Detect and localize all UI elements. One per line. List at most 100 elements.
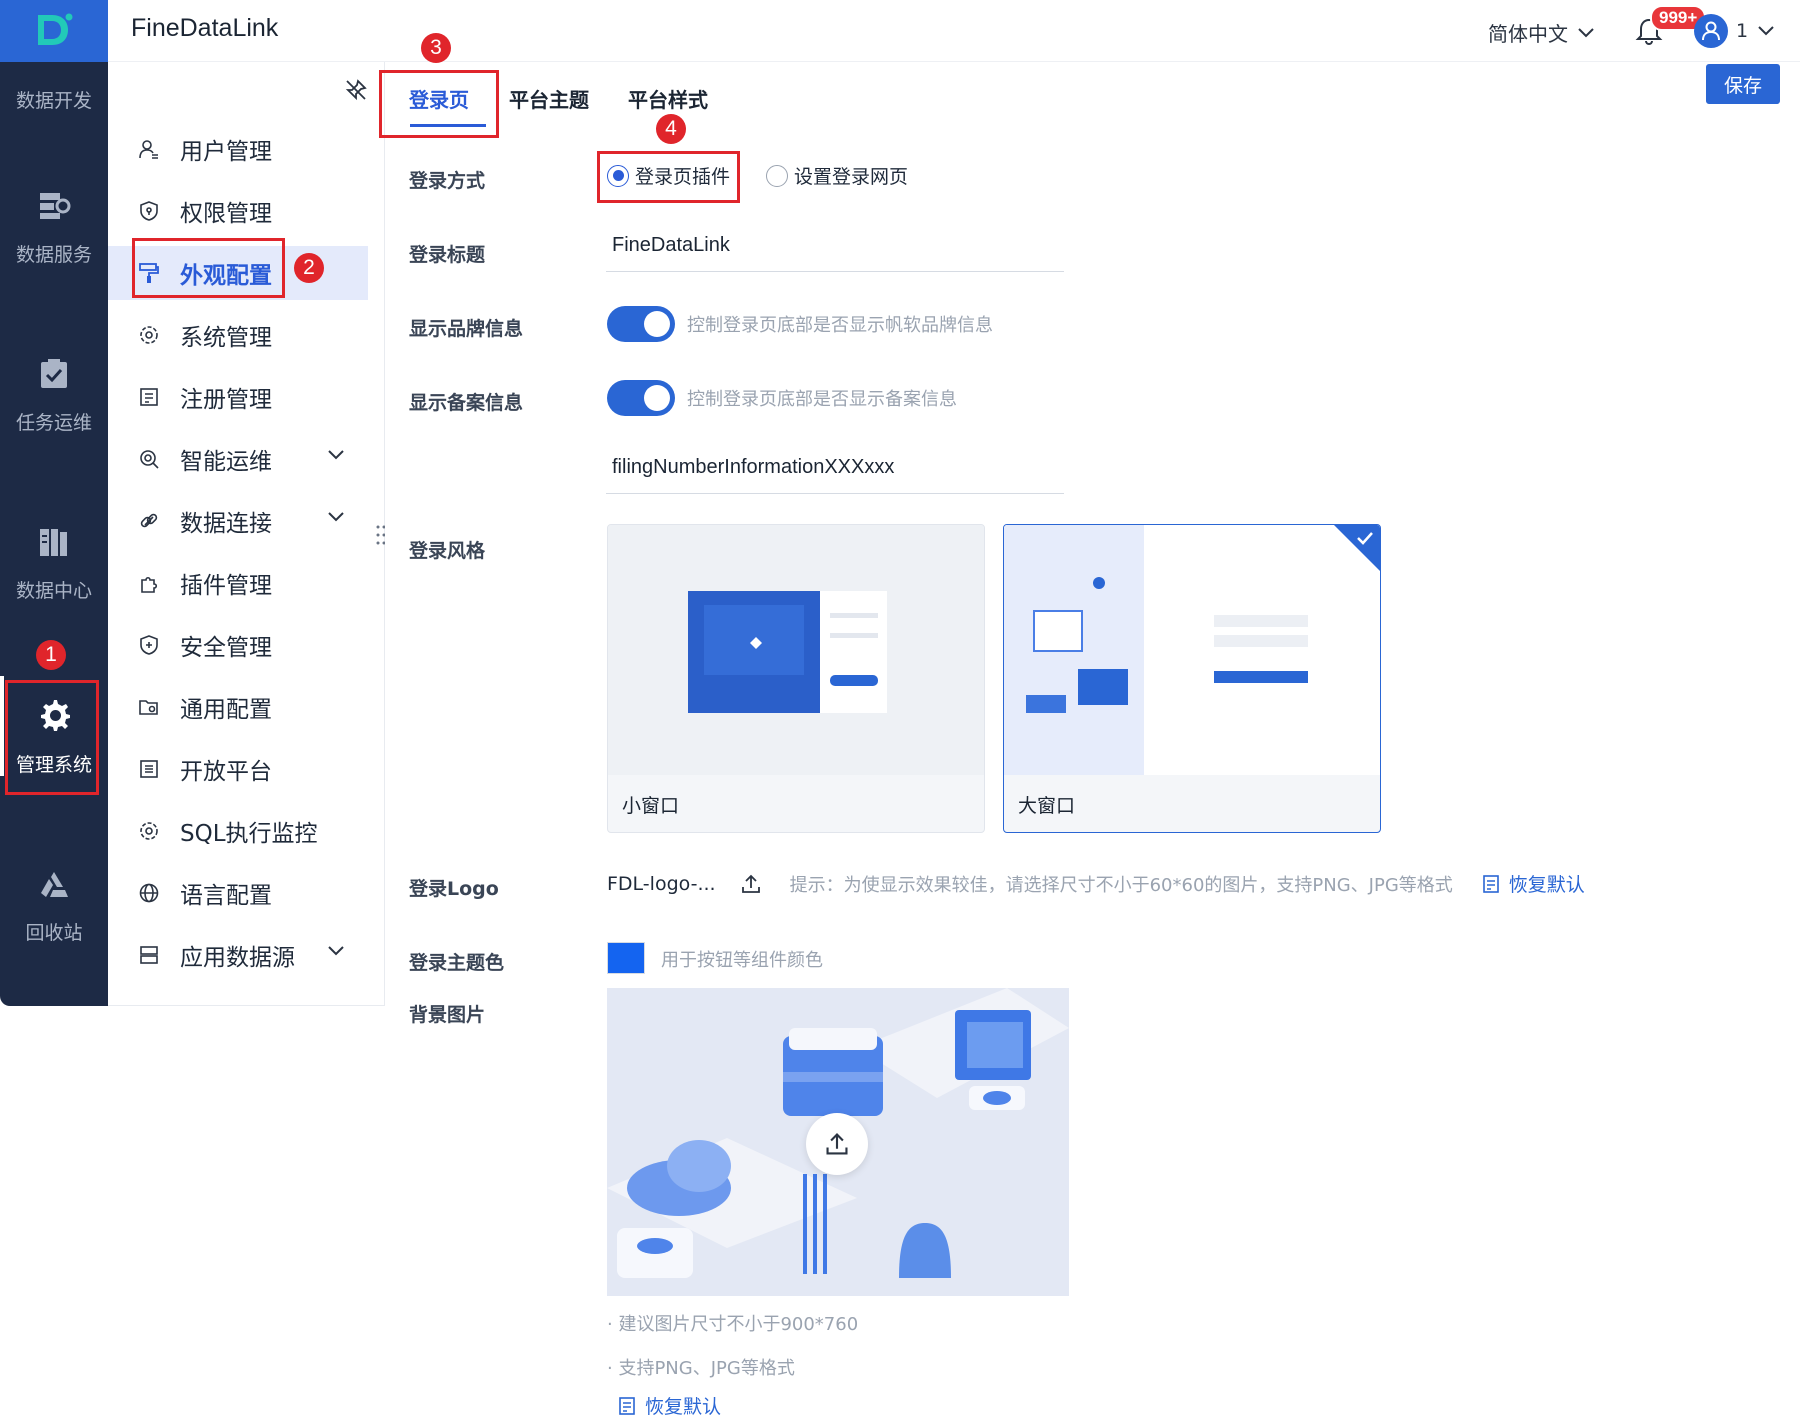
- sql-monitor-icon: [140, 822, 158, 840]
- nav-item-data-center[interactable]: 数据中心: [0, 526, 108, 603]
- nav-item-task-ops[interactable]: 任务运维: [0, 358, 108, 435]
- nav-item-recycle-bin[interactable]: 回收站: [0, 870, 108, 945]
- chevron-down-icon[interactable]: [328, 512, 344, 522]
- task-ops-icon: [41, 359, 67, 388]
- avatar[interactable]: [1694, 14, 1728, 48]
- permission-icon: [140, 201, 158, 221]
- logo-icon: [38, 13, 73, 45]
- submenu-label: 开放平台: [180, 759, 272, 785]
- theme-color-picker[interactable]: [607, 942, 645, 974]
- submenu-item-register[interactable]: 注册管理: [108, 370, 368, 424]
- language-select[interactable]: 简体中文: [1488, 18, 1594, 47]
- globe-icon: [139, 883, 159, 903]
- login-title-input[interactable]: FineDataLink: [606, 230, 1064, 272]
- style-card-large-window[interactable]: 大窗口: [1003, 524, 1381, 833]
- background-image-preview[interactable]: [607, 988, 1069, 1296]
- background-reset-link[interactable]: 恢复默认: [617, 1392, 721, 1419]
- show-filing-toggle[interactable]: [607, 380, 675, 416]
- top-bar: FineDataLink 简体中文 999+ 1: [0, 0, 1800, 62]
- tab-platform-style[interactable]: 平台样式: [628, 84, 708, 113]
- user-menu[interactable]: 1: [1736, 20, 1774, 42]
- theme-color-hint: 用于按钮等组件颜色: [661, 950, 823, 971]
- submenu-label: 数据连接: [180, 511, 272, 537]
- check-icon: [1357, 532, 1373, 545]
- style-card-label: 小窗口: [622, 795, 680, 817]
- submenu-label: 通用配置: [180, 697, 272, 723]
- chevron-down-icon[interactable]: [328, 450, 344, 460]
- submenu-item-smart-ops[interactable]: 智能运维: [108, 432, 368, 486]
- submenu-item-sql-monitor[interactable]: SQL执行监控: [108, 804, 368, 858]
- tab-platform-theme[interactable]: 平台主题: [509, 84, 589, 113]
- annotation-number: 2: [294, 253, 324, 283]
- app-title: FineDataLink: [131, 14, 279, 42]
- login-title-label: 登录标题: [409, 244, 486, 266]
- open-platform-icon: [140, 760, 158, 778]
- show-filing-label: 显示备案信息: [409, 392, 524, 414]
- small-window-preview: [608, 525, 984, 775]
- submenu-item-security[interactable]: 安全管理: [108, 618, 368, 672]
- submenu-label: 注册管理: [180, 387, 272, 413]
- submenu-item-app-datasource[interactable]: 应用数据源: [108, 928, 368, 982]
- annotation-box-2: [132, 238, 285, 298]
- submenu-label: 权限管理: [180, 201, 272, 227]
- chevron-down-icon: [1578, 27, 1594, 37]
- folder-gear-icon: [139, 700, 158, 715]
- background-upload-button[interactable]: [806, 1113, 868, 1175]
- annotation-number: 1: [36, 640, 66, 670]
- save-button[interactable]: 保存: [1706, 64, 1780, 104]
- submenu-item-general-config[interactable]: 通用配置: [108, 680, 368, 734]
- left-nav: 数据开发 数据服务 任务运维 数据中心 管理系统 回收站: [0, 62, 108, 1006]
- logo-reset-link[interactable]: 恢复默认: [1481, 870, 1585, 897]
- background-note-size: · 建议图片尺寸不小于900*760: [607, 1314, 859, 1335]
- submenu-item-permission[interactable]: 权限管理: [108, 184, 368, 238]
- submenu-label: 应用数据源: [180, 945, 295, 971]
- submenu-item-language[interactable]: 语言配置: [108, 866, 368, 920]
- submenu-item-open-platform[interactable]: 开放平台: [108, 742, 368, 796]
- login-logo-label: 登录Logo: [409, 878, 499, 900]
- reset-label: 恢复默认: [1508, 874, 1585, 896]
- language-label: 简体中文: [1488, 22, 1568, 46]
- pin-icon[interactable]: [344, 78, 368, 102]
- submenu-label: SQL执行监控: [180, 821, 318, 847]
- show-brand-toggle[interactable]: [607, 306, 675, 342]
- annotation-box-3: [379, 70, 499, 138]
- submenu-label: 智能运维: [180, 449, 272, 475]
- annotation-box-1: [5, 680, 99, 795]
- nav-label: 回收站: [25, 922, 83, 944]
- submenu-item-data-connection[interactable]: 数据连接: [108, 494, 368, 548]
- nav-label: 任务运维: [15, 412, 92, 434]
- database-icon: [140, 946, 158, 964]
- nav-label: 数据中心: [15, 580, 92, 602]
- large-window-preview: [1004, 525, 1380, 775]
- show-brand-hint: 控制登录页底部是否显示帆软品牌信息: [687, 315, 993, 336]
- chevron-down-icon[interactable]: [328, 946, 344, 956]
- upload-icon[interactable]: [740, 873, 762, 895]
- recycle-icon: [41, 872, 68, 897]
- user-icon: [139, 140, 158, 159]
- reset-icon: [619, 1396, 635, 1415]
- sub-sidebar: 用户管理 权限管理 外观配置 系统管理 注册管理 智能运维 数据连接 插件管理 …: [108, 62, 385, 1006]
- nav-item-data-dev[interactable]: 数据开发: [0, 86, 108, 113]
- submenu-label: 插件管理: [180, 573, 272, 599]
- submenu-label: 用户管理: [180, 139, 272, 165]
- smart-ops-icon: [140, 450, 159, 469]
- app-logo[interactable]: [0, 0, 108, 62]
- submenu-label: 系统管理: [180, 325, 272, 351]
- upload-icon: [826, 1133, 848, 1155]
- annotation-number: 4: [656, 114, 686, 144]
- submenu-item-plugin[interactable]: 插件管理: [108, 556, 368, 610]
- logo-file-name: FDL-logo-...: [607, 872, 716, 895]
- main-panel: 登录页 平台主题 平台样式 保存 登录方式 登录页插件 设置登录网页 登录标题 …: [385, 62, 1800, 1424]
- submenu-label: 语言配置: [180, 883, 272, 909]
- show-filing-hint: 控制登录页底部是否显示备案信息: [687, 389, 957, 410]
- submenu-label: 安全管理: [180, 635, 272, 661]
- show-brand-label: 显示品牌信息: [409, 318, 524, 340]
- annotation-number: 3: [421, 33, 451, 63]
- nav-item-data-service[interactable]: 数据服务: [0, 190, 108, 267]
- submenu-item-system[interactable]: 系统管理: [108, 308, 368, 362]
- radio-custom-login-page[interactable]: 设置登录网页: [766, 162, 908, 189]
- filing-number-input[interactable]: filingNumberInformationXXXxxx: [606, 452, 1064, 494]
- annotation-box-4: [597, 151, 740, 203]
- submenu-item-user-management[interactable]: 用户管理: [108, 122, 368, 176]
- style-card-small-window[interactable]: 小窗口: [607, 524, 985, 833]
